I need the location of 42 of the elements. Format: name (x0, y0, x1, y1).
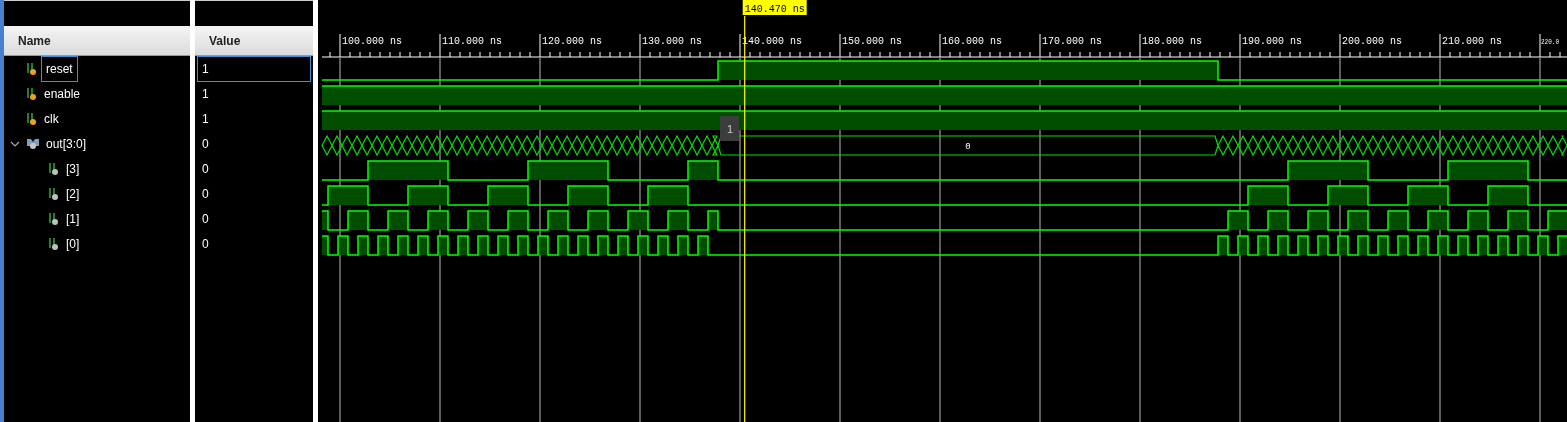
tick-label: 220.0 (1541, 37, 1565, 46)
tick-label: 180.000 ns (1142, 36, 1202, 47)
tick-label: 190.000 ns (1242, 36, 1302, 47)
tick-label: 210.000 ns (1442, 36, 1502, 47)
signal-value: 0 (201, 210, 210, 228)
signal-name[interactable]: [2] (63, 182, 83, 205)
bus-value-label: 0 (965, 141, 971, 152)
signal-value: 0 (201, 185, 210, 203)
tick-label: 100.000 ns (342, 36, 402, 47)
time-cursor[interactable] (744, 15, 746, 422)
signal-name[interactable]: enable (41, 82, 84, 105)
signal-icon (26, 86, 38, 101)
signal-value: 1 (197, 55, 311, 82)
signal-value: 1 (201, 110, 210, 128)
signal-name[interactable]: reset (41, 55, 78, 82)
tick-label: 110.000 ns (442, 36, 502, 47)
tick-label: 170.000 ns (1042, 36, 1102, 47)
bus-icon (26, 137, 40, 150)
name-column-header[interactable]: Name (4, 26, 190, 56)
cursor-time-label: 140.470 ns (742, 0, 807, 15)
value-column-header[interactable]: Value (195, 26, 313, 56)
tick-label: 130.000 ns (642, 36, 702, 47)
value-tooltip: 1 (720, 116, 739, 141)
signal-name[interactable]: clk (41, 107, 62, 130)
bit-icon (48, 236, 60, 251)
signal-icon (26, 61, 38, 76)
tick-label: 150.000 ns (842, 36, 902, 47)
tick-label: 160.000 ns (942, 36, 1002, 47)
tick-label: 120.000 ns (542, 36, 602, 47)
bit-icon (48, 186, 60, 201)
signal-value: 1 (201, 85, 210, 103)
signal-value: 0 (201, 235, 210, 253)
bit-icon (48, 211, 60, 226)
signal-value: 0 (201, 135, 210, 153)
signal-icon (26, 111, 38, 126)
signal-name[interactable]: [1] (63, 207, 83, 230)
signal-value: 0 (201, 160, 210, 178)
tick-label: 200.000 ns (1342, 36, 1402, 47)
signal-name[interactable]: [3] (63, 157, 83, 180)
signal-name[interactable]: out[3:0] (43, 132, 90, 155)
bit-icon (48, 161, 60, 176)
signal-name[interactable]: [0] (63, 232, 83, 255)
